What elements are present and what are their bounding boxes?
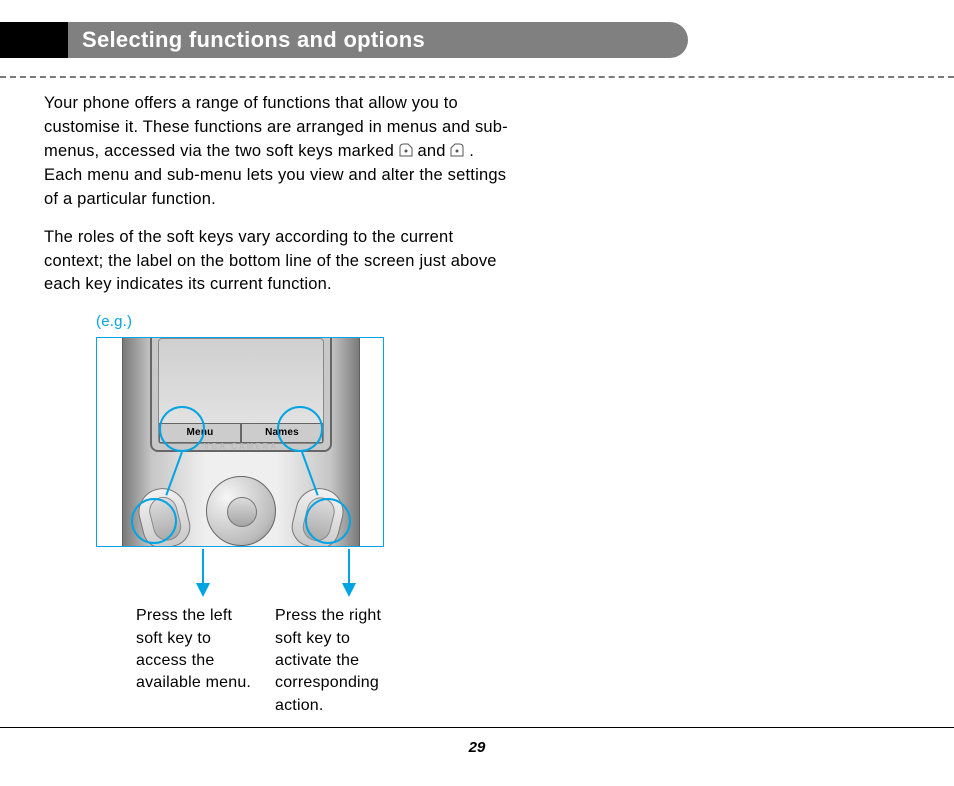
phone-screen: Menu Names VGA CAMERA bbox=[150, 337, 332, 452]
nav-cluster bbox=[122, 460, 360, 547]
right-soft-key bbox=[287, 483, 348, 547]
page-number: 29 bbox=[0, 739, 954, 756]
body-text: Your phone offers a range of functions t… bbox=[44, 92, 514, 717]
divider-dashed bbox=[0, 76, 954, 78]
caption-left: Press the left soft key to access the av… bbox=[136, 605, 257, 717]
phone-body: Menu Names VGA CAMERA bbox=[122, 337, 360, 547]
left-soft-key bbox=[133, 483, 194, 547]
left-softkey-icon bbox=[399, 143, 413, 157]
figure-captions: Press the left soft key to access the av… bbox=[136, 605, 396, 717]
caption-right: Press the right soft key to activate the… bbox=[275, 605, 396, 717]
nav-center-button bbox=[227, 497, 257, 527]
paragraph-2: The roles of the soft keys vary accordin… bbox=[44, 226, 514, 298]
nav-dpad bbox=[206, 476, 276, 546]
example-label: (e.g.) bbox=[96, 311, 514, 333]
paragraph-1: Your phone offers a range of functions t… bbox=[44, 92, 514, 212]
right-softkey-icon bbox=[450, 143, 464, 157]
footer-divider bbox=[0, 727, 954, 728]
header-bar: Selecting functions and options bbox=[0, 22, 954, 58]
header-slab bbox=[0, 22, 68, 58]
screen-inner: Menu Names bbox=[158, 338, 324, 444]
phone-figure: Menu Names VGA CAMERA bbox=[96, 337, 384, 547]
vga-camera-label: VGA CAMERA bbox=[152, 441, 330, 453]
figure-wrapper: Menu Names VGA CAMERA bbox=[96, 337, 396, 717]
arrow-right bbox=[348, 549, 350, 595]
page-title: Selecting functions and options bbox=[68, 22, 688, 58]
para1-part-b: and bbox=[418, 142, 451, 160]
arrow-left bbox=[202, 549, 204, 595]
